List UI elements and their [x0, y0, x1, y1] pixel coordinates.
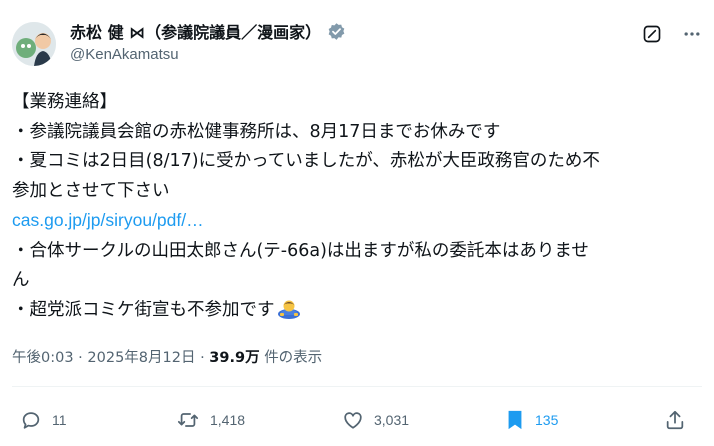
tweet-line: ・参議院議員会館の赤松健事務所は、8月17日までお休みです: [12, 121, 501, 142]
verified-badge-icon[interactable]: [327, 22, 346, 41]
author-names: 赤松 健 ⋈（参議院議員／漫画家） @KenAkamatsu: [70, 18, 346, 63]
repost-count: 1,418: [210, 412, 246, 428]
tweet-time[interactable]: 午後0:03: [12, 350, 74, 366]
bowing-person-emoji: [277, 297, 301, 330]
share-icon: [664, 409, 686, 431]
repost-icon: [176, 409, 200, 431]
more-icon[interactable]: [682, 24, 702, 48]
tweet-line-last: ・超党派コミケ街宣も不参加です: [12, 296, 702, 330]
tweet-line: ん: [12, 270, 30, 290]
header-actions: [642, 24, 702, 48]
author-handle[interactable]: @KenAkamatsu: [70, 46, 346, 63]
tweet-line: ・超党派コミケ街宣も不参加です: [12, 299, 275, 320]
action-bar: 11 1,418 3,031 135: [12, 402, 702, 438]
views-count: 39.9万: [209, 350, 260, 366]
bookmark-icon: [505, 409, 525, 431]
repost-button[interactable]: 1,418: [176, 402, 245, 438]
bookmark-count: 135: [535, 412, 559, 428]
like-icon: [342, 409, 364, 431]
avatar[interactable]: [12, 22, 56, 66]
reply-button[interactable]: 11: [20, 402, 67, 438]
share-button[interactable]: [664, 402, 686, 438]
tweet-date[interactable]: 2025年8月12日: [87, 350, 195, 366]
tweet-text: 【業務連絡】 ・参議院議員会館の赤松健事務所は、8月17日までお休みです ・夏コ…: [12, 88, 702, 329]
tweet-line: 参加とさせて下さい: [12, 180, 170, 201]
like-count: 3,031: [374, 412, 410, 428]
views-label: 件の表示: [264, 350, 323, 366]
tweet-line: ・夏コミは2日目(8/17)に受かっていましたが、赤松が大臣政務官のため不: [12, 151, 600, 171]
author-display-name[interactable]: 赤松 健 ⋈（参議院議員／漫画家）: [70, 19, 321, 43]
tweet-line: ・合体サークルの山田太郎さん(テ-66a)は出ますが私の委託本はありませ: [12, 240, 589, 261]
bookmark-button[interactable]: 135: [505, 402, 558, 438]
meta-separator: ·: [78, 350, 83, 366]
grok-icon[interactable]: [642, 24, 662, 48]
tweet-link[interactable]: cas.go.jp/jp/siryou/pdf/…: [12, 210, 204, 230]
reply-count: 11: [52, 412, 67, 428]
tweet-meta: 午後0:03 · 2025年8月12日 · 39.9万 件の表示: [12, 346, 322, 367]
tweet-line: 【業務連絡】: [12, 92, 117, 112]
divider: [12, 386, 702, 387]
reply-icon: [20, 409, 42, 431]
tweet-header: 赤松 健 ⋈（参議院議員／漫画家） @KenAkamatsu: [12, 14, 702, 74]
meta-separator: ·: [200, 350, 205, 366]
like-button[interactable]: 3,031: [342, 402, 409, 438]
